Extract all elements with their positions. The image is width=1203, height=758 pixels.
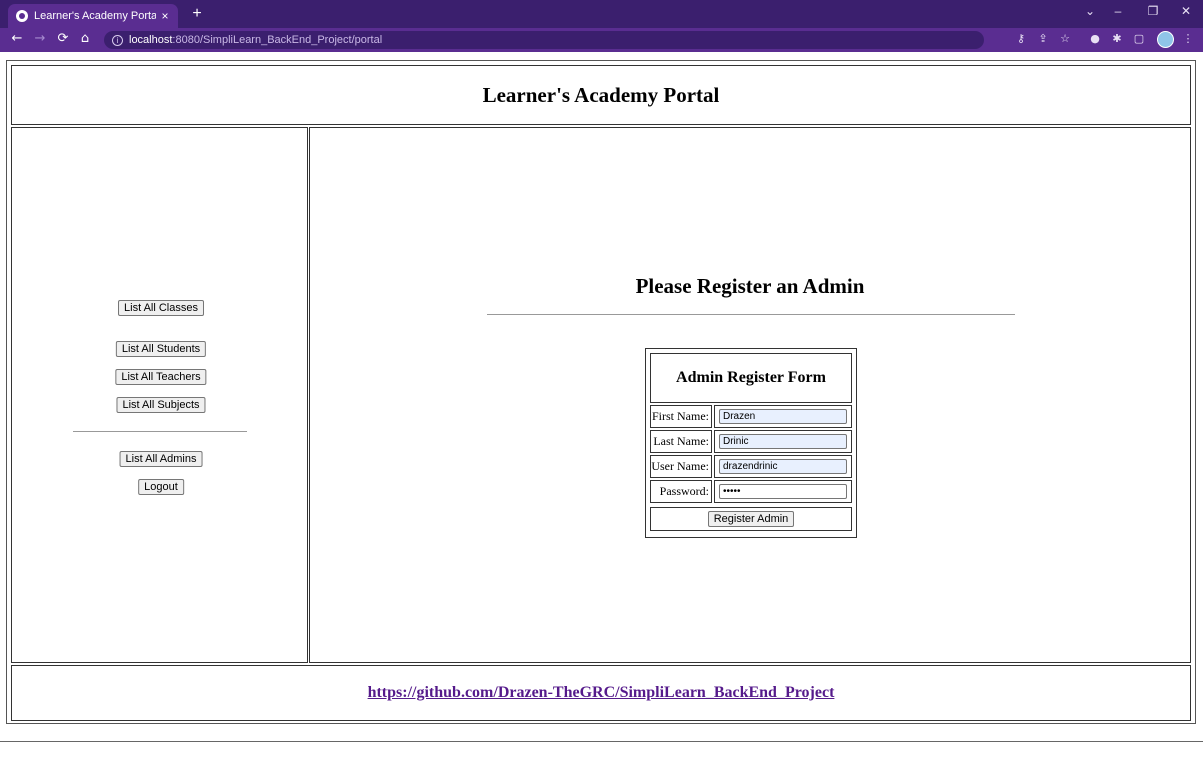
- new-tab-icon[interactable]: +: [188, 5, 206, 23]
- star-icon[interactable]: ☆: [1057, 32, 1073, 45]
- list-students-button[interactable]: List All Students: [115, 341, 207, 357]
- page-bottom-divider: [0, 741, 1203, 742]
- user-name-cell: drazendrinic: [714, 455, 852, 478]
- heading-divider: [487, 314, 1015, 315]
- key-icon[interactable]: ⚷: [1013, 32, 1029, 45]
- password-label: Password:: [650, 480, 712, 503]
- menu-kebab-icon[interactable]: ⋮: [1180, 32, 1196, 45]
- logout-button[interactable]: Logout: [138, 479, 184, 495]
- menu-cell: List All Classes List All Students List …: [11, 127, 308, 663]
- tab-close-icon[interactable]: ×: [156, 9, 174, 23]
- browser-tab-bar: Learner's Academy Portal × + ⌄ – ❐ ✕: [0, 0, 1203, 28]
- menu-divider: [73, 431, 247, 432]
- home-icon[interactable]: ⌂: [76, 31, 94, 46]
- user-name-label: User Name:: [650, 455, 712, 478]
- password-cell: •••••: [714, 480, 852, 503]
- tab-search-icon[interactable]: ⌄: [1078, 4, 1102, 18]
- restore-icon[interactable]: ❐: [1141, 4, 1165, 18]
- browser-tab[interactable]: Learner's Academy Portal ×: [8, 4, 178, 28]
- forward-icon[interactable]: →: [31, 31, 49, 46]
- first-name-input[interactable]: Drazen: [719, 409, 847, 424]
- url-path: :8080/SimpliLearn_BackEnd_Project/portal: [172, 34, 383, 46]
- site-info-icon[interactable]: i: [112, 34, 123, 46]
- page-title: Learner's Academy Portal: [482, 82, 720, 107]
- list-teachers-button[interactable]: List All Teachers: [115, 369, 207, 385]
- submit-cell: Register Admin: [650, 507, 852, 531]
- last-name-label: Last Name:: [650, 430, 712, 453]
- form-title: Admin Register Form: [650, 353, 852, 403]
- user-name-input[interactable]: drazendrinic: [719, 459, 847, 474]
- extension-color-icon[interactable]: ●: [1087, 32, 1103, 45]
- github-link[interactable]: https://github.com/Drazen-TheGRC/SimpliL…: [368, 684, 835, 702]
- list-classes-button[interactable]: List All Classes: [118, 300, 204, 316]
- back-icon[interactable]: ←: [8, 31, 26, 46]
- portal-layout-table: Learner's Academy Portal List All Classe…: [6, 60, 1196, 724]
- url-host: localhost: [129, 34, 173, 46]
- minimize-icon[interactable]: –: [1106, 4, 1130, 18]
- list-admins-button[interactable]: List All Admins: [119, 451, 203, 467]
- profile-avatar[interactable]: [1157, 31, 1174, 48]
- address-bar[interactable]: i localhost:8080/SimpliLearn_BackEnd_Pro…: [104, 31, 984, 49]
- register-admin-button[interactable]: Register Admin: [707, 511, 795, 527]
- admin-register-form: Admin Register Form First Name: Drazen L…: [645, 348, 857, 538]
- close-window-icon[interactable]: ✕: [1174, 4, 1198, 18]
- password-input[interactable]: •••••: [719, 484, 847, 499]
- reload-icon[interactable]: ⟳: [54, 31, 72, 46]
- tab-title: Learner's Academy Portal: [34, 10, 156, 22]
- share-icon[interactable]: ⇪: [1035, 32, 1051, 45]
- browser-toolbar: ← → ⟳ ⌂ i localhost:8080/SimpliLearn_Bac…: [0, 28, 1203, 52]
- first-name-cell: Drazen: [714, 405, 852, 428]
- sidepanel-icon[interactable]: ▢: [1131, 32, 1147, 45]
- first-name-label: First Name:: [650, 405, 712, 428]
- footer-cell: https://github.com/Drazen-TheGRC/SimpliL…: [11, 665, 1191, 721]
- list-subjects-button[interactable]: List All Subjects: [116, 397, 206, 413]
- main-cell: Please Register an Admin Admin Register …: [309, 127, 1191, 663]
- globe-icon: [16, 10, 28, 22]
- last-name-input[interactable]: Drinic: [719, 434, 847, 449]
- puzzle-icon[interactable]: ✱: [1109, 32, 1125, 45]
- register-heading: Please Register an Admin: [635, 274, 865, 298]
- header-cell: Learner's Academy Portal: [11, 65, 1191, 125]
- last-name-cell: Drinic: [714, 430, 852, 453]
